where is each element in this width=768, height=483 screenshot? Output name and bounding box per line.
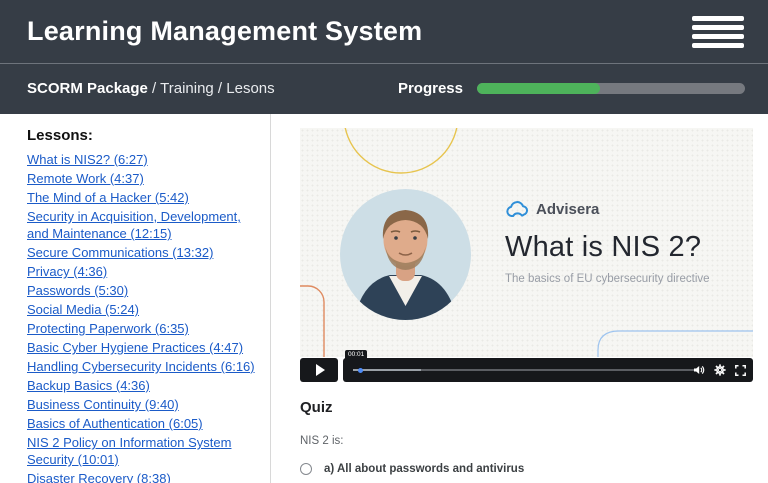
gear-icon[interactable] <box>714 364 726 376</box>
brand-name: Advisera <box>536 201 599 218</box>
playhead[interactable] <box>358 368 363 373</box>
lesson-link[interactable]: Basic Cyber Hygiene Practices (4:47) <box>27 339 256 356</box>
video-title: What is NIS 2? <box>505 231 750 264</box>
play-button[interactable] <box>300 358 338 382</box>
quiz-section: Quiz NIS 2 is: a) All about passwords an… <box>300 399 753 483</box>
video-controls: 00:01 <box>300 358 753 382</box>
progress-fill <box>477 83 600 94</box>
main-panel: Advisera What is NIS 2? The basics of EU… <box>271 114 768 483</box>
lesson-link[interactable]: Basics of Authentication (6:05) <box>27 415 256 432</box>
cloud-icon <box>505 201 529 218</box>
breadcrumb: SCORM Package / Training / Lesons <box>27 80 275 97</box>
hamburger-menu-icon[interactable] <box>692 10 744 54</box>
lesson-link[interactable]: Protecting Paperwork (6:35) <box>27 320 256 337</box>
lessons-heading: Lessons: <box>27 127 256 144</box>
hamburger-bar <box>692 43 744 48</box>
lesson-link[interactable]: Passwords (5:30) <box>27 282 256 299</box>
lesson-link[interactable]: NIS 2 Policy on Information System Secur… <box>27 434 256 468</box>
fullscreen-icon[interactable] <box>735 365 746 376</box>
hamburger-bar <box>692 25 744 30</box>
progress-group: Progress <box>398 80 745 97</box>
lessons-list: What is NIS2? (6:27) Remote Work (4:37) Th… <box>27 151 256 483</box>
play-icon <box>316 364 325 376</box>
lessons-sidebar: Lessons: What is NIS2? (6:27) Remote Work… <box>0 114 271 483</box>
quiz-question: NIS 2 is: <box>300 435 753 447</box>
slide-text-block: Advisera What is NIS 2? The basics of EU… <box>505 201 750 285</box>
header: Learning Management System <box>0 0 768 64</box>
page-title: Learning Management System <box>27 16 422 47</box>
brand-logo: Advisera <box>505 201 750 218</box>
content: Lessons: What is NIS2? (6:27) Remote Work… <box>0 114 768 483</box>
radio-button[interactable] <box>300 463 312 475</box>
lesson-link[interactable]: Handling Cybersecurity Incidents (6:16) <box>27 358 256 375</box>
hamburger-bar <box>692 34 744 39</box>
breadcrumb-path: / Training / Lesons <box>148 80 275 97</box>
quiz-heading: Quiz <box>300 399 753 416</box>
lesson-link[interactable]: Security in Acquisition, Development, an… <box>27 208 256 242</box>
buffered-bar <box>353 369 421 371</box>
lesson-link[interactable]: Secure Communications (13:32) <box>27 244 256 261</box>
lesson-link[interactable]: Disaster Recovery (8:38) <box>27 470 256 483</box>
quiz-options: a) All about passwords and antivirusb) A… <box>300 463 753 483</box>
lesson-link[interactable]: Remote Work (4:37) <box>27 170 256 187</box>
hamburger-bar <box>692 16 744 21</box>
lesson-link[interactable]: Backup Basics (4:36) <box>27 377 256 394</box>
topbar: Learning Management System SCORM Package… <box>0 0 768 114</box>
lesson-link[interactable]: Business Continuity (9:40) <box>27 396 256 413</box>
current-time: 00:01 <box>345 350 367 360</box>
page: Learning Management System SCORM Package… <box>0 0 768 483</box>
lesson-link[interactable]: The Mind of a Hacker (5:42) <box>27 189 256 206</box>
progress-bar <box>477 83 745 94</box>
video-subtitle: The basics of EU cybersecurity directive <box>505 273 750 285</box>
lesson-link[interactable]: Social Media (5:24) <box>27 301 256 318</box>
seek-bar[interactable] <box>353 369 695 371</box>
video-player: Advisera What is NIS 2? The basics of EU… <box>300 128 753 382</box>
progress-label: Progress <box>398 80 463 97</box>
video-slide[interactable]: Advisera What is NIS 2? The basics of EU… <box>300 128 753 357</box>
volume-icon[interactable] <box>693 364 705 376</box>
lesson-link[interactable]: What is NIS2? (6:27) <box>27 151 256 168</box>
quiz-option[interactable]: a) All about passwords and antivirus <box>300 463 753 475</box>
breadcrumb-package[interactable]: SCORM Package <box>27 80 148 97</box>
lesson-link[interactable]: Privacy (4:36) <box>27 263 256 280</box>
quiz-option-label: a) All about passwords and antivirus <box>324 463 524 475</box>
control-bar: 00:01 <box>343 358 753 382</box>
control-icons <box>693 358 746 382</box>
breadcrumb-bar: SCORM Package / Training / Lesons Progre… <box>0 64 768 113</box>
presenter-photo <box>340 189 471 320</box>
